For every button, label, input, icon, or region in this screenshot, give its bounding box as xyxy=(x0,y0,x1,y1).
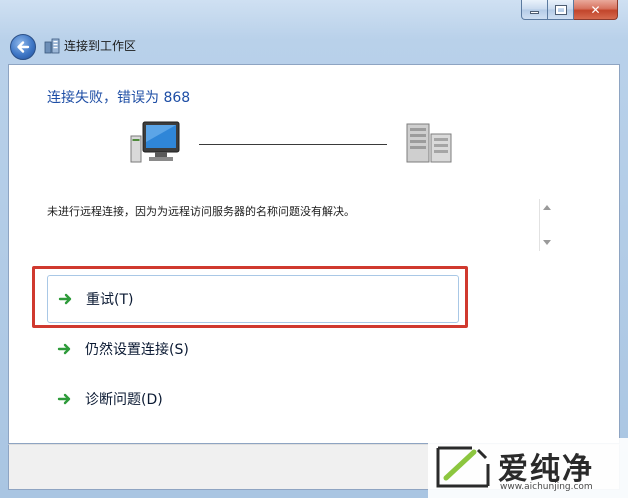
content-area: 连接失败，错误为 868 未进行远程连接，因为为远程访问服务器的名称问题没有解决… xyxy=(8,64,620,444)
watermark-logo-icon xyxy=(436,446,490,488)
title-bar: ✕ 连接到工作区 xyxy=(0,0,628,64)
scroll-up-icon[interactable] xyxy=(543,205,551,210)
connection-line xyxy=(199,144,387,145)
workplace-connection-icon xyxy=(44,38,60,54)
back-button[interactable] xyxy=(10,34,36,60)
window-title: 连接到工作区 xyxy=(64,39,137,53)
maximize-icon xyxy=(554,4,567,15)
minimize-icon xyxy=(530,11,539,14)
error-heading: 连接失败，错误为 868 xyxy=(47,90,191,106)
diagnose-option[interactable]: 诊断问题(D) xyxy=(47,375,459,423)
highlight-box xyxy=(32,266,468,328)
diagnose-option-label: 诊断问题(D) xyxy=(85,392,163,408)
caption-buttons: ✕ xyxy=(521,0,618,20)
setup-anyway-option-label: 仍然设置连接(S) xyxy=(85,342,189,358)
back-arrow-icon xyxy=(17,41,30,53)
watermark-url: www.aichunjing.com xyxy=(500,482,593,492)
setup-anyway-option[interactable]: 仍然设置连接(S) xyxy=(47,325,459,373)
window-frame: ✕ 连接到工作区 连接失败，错误为 868 未进行远程连接，因为为远程访问服务器… xyxy=(0,0,628,498)
error-message: 未进行远程连接，因为为远程访问服务器的名称问题没有解决。 xyxy=(47,205,355,218)
minimize-button[interactable] xyxy=(521,0,548,20)
green-arrow-icon xyxy=(57,393,71,405)
connection-illustration xyxy=(129,120,459,170)
close-icon: ✕ xyxy=(590,2,601,17)
green-arrow-icon xyxy=(57,343,71,355)
server-icon xyxy=(406,123,452,163)
message-scrollbar[interactable] xyxy=(539,199,553,251)
computer-icon xyxy=(130,121,180,163)
scroll-down-icon[interactable] xyxy=(543,240,551,245)
watermark: 爱纯净 www.aichunjing.com xyxy=(428,438,628,498)
maximize-button[interactable] xyxy=(548,0,574,20)
close-button[interactable]: ✕ xyxy=(574,0,618,20)
